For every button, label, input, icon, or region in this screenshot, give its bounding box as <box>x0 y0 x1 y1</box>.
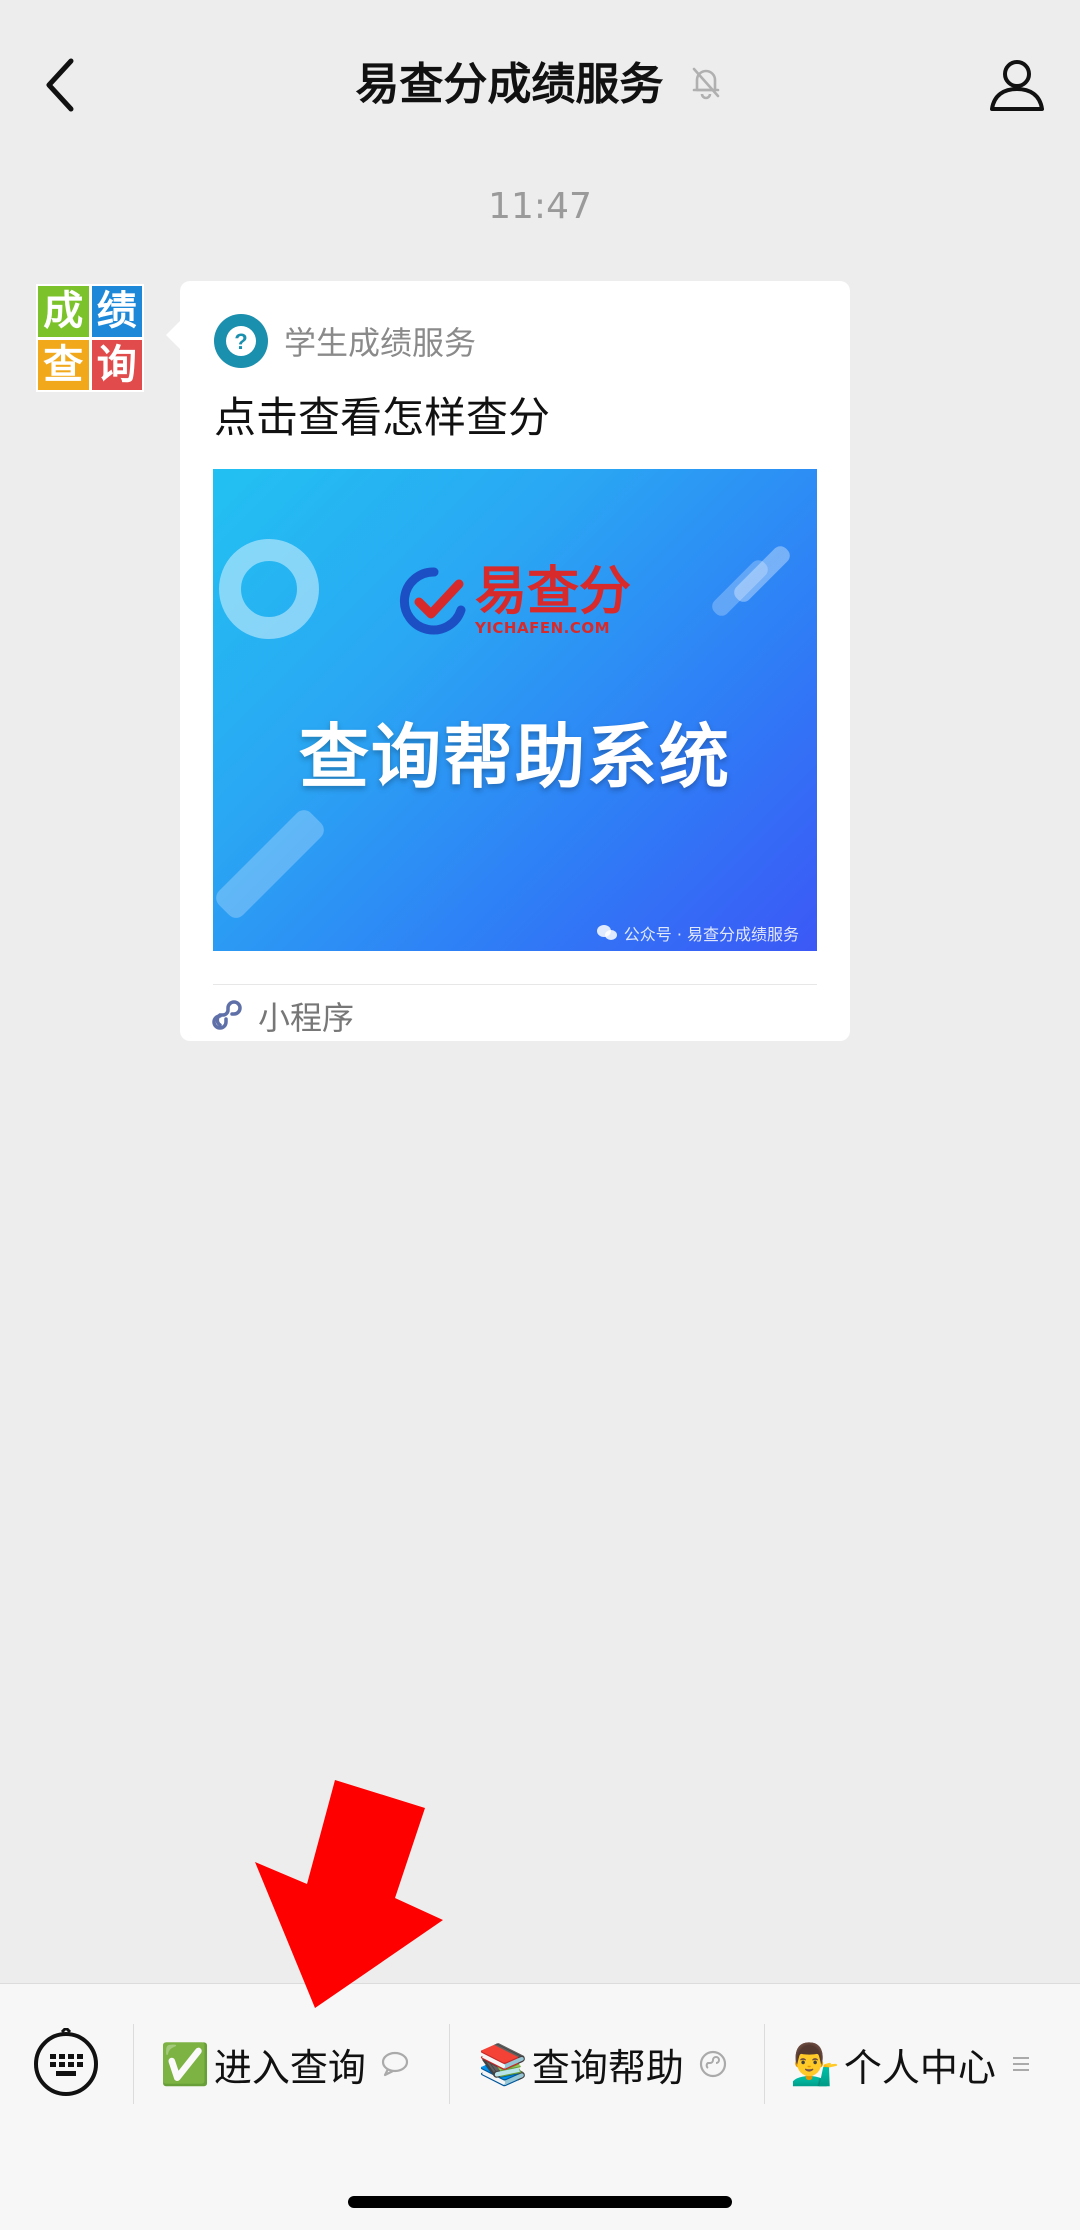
avatar-char-4: 询 <box>91 339 142 390</box>
keyboard-icon <box>34 2028 98 2096</box>
chat-header: 易查分成绩服务 <box>0 0 1080 170</box>
person-tipping-hand-icon: 💁‍♂️ <box>790 2041 840 2088</box>
page-title: 易查分成绩服务 <box>355 59 664 110</box>
menu-item-label: 进入查询 <box>213 2045 366 2090</box>
home-indicator[interactable] <box>348 2196 732 2208</box>
mini-program-card[interactable]: ? 学生成绩服务 点击查看怎样查分 易查分 YICHAFEN.COM 查询帮助系… <box>166 281 850 1041</box>
logo-text-cn: 易查分 <box>474 562 631 622</box>
menu-item-label: 查询帮助 <box>531 2045 684 2090</box>
banner-headline: 查询帮助系统 <box>299 716 731 798</box>
yichafen-logo-icon <box>399 567 466 635</box>
menu-item-personal-center[interactable]: 💁‍♂️ 个人中心 <box>790 2024 1032 2104</box>
message-timestamp: 11:47 <box>488 186 592 227</box>
avatar-char-2: 绩 <box>91 286 142 337</box>
keyboard-toggle-button[interactable] <box>32 2028 100 2096</box>
chat-bubble-icon <box>380 2050 410 2078</box>
red-arrow-annotation-icon <box>255 1780 443 2008</box>
banner-footer-text: 公众号 · 易查分成绩服务 <box>623 925 799 944</box>
books-icon: 📚 <box>478 2041 528 2088</box>
decorative-stripe <box>213 806 328 922</box>
menu-divider <box>449 2024 450 2104</box>
card-type-row: 小程序 <box>212 993 354 1039</box>
wechat-icon <box>596 925 617 940</box>
card-divider <box>213 984 817 985</box>
menu-item-query-help[interactable]: 📚 查询帮助 <box>478 2024 728 2104</box>
avatar-char-1: 成 <box>38 286 89 337</box>
banner-footer: 公众号 · 易查分成绩服务 <box>596 921 799 945</box>
menu-item-enter-query[interactable]: ✅ 进入查询 <box>160 2024 410 2104</box>
logo-text-en: YICHAFEN.COM <box>474 619 611 637</box>
check-mark-icon: ✅ <box>160 2041 210 2088</box>
chat-title-area: 易查分成绩服务 <box>0 52 1080 120</box>
mini-program-icon <box>698 2049 728 2079</box>
card-title: 点击查看怎样查分 <box>214 393 551 442</box>
card-source-name: 学生成绩服务 <box>284 324 477 362</box>
mini-program-icon <box>212 1000 242 1030</box>
sender-avatar[interactable]: 成 绩 查 询 <box>36 284 144 392</box>
svg-text:?: ? <box>234 329 247 354</box>
menu-divider <box>133 2024 134 2104</box>
banner-logo: 易查分 YICHAFEN.COM <box>213 565 817 637</box>
menu-divider <box>764 2024 765 2104</box>
menu-lines-icon <box>1010 2053 1032 2075</box>
person-icon <box>990 60 1044 111</box>
card-source: ? 学生成绩服务 <box>214 313 476 369</box>
profile-button[interactable] <box>982 50 1052 120</box>
bottom-menu-bar: ✅ 进入查询 📚 查询帮助 💁‍♂️ 个人中心 <box>0 1983 1080 2230</box>
bell-off-icon <box>687 54 725 120</box>
avatar-char-3: 查 <box>38 339 89 390</box>
menu-item-label: 个人中心 <box>843 2045 996 2090</box>
question-mark-icon: ? <box>214 314 268 368</box>
card-banner-image: 易查分 YICHAFEN.COM 查询帮助系统 公众号 · 易查分成绩服务 <box>213 469 817 951</box>
card-type-label: 小程序 <box>258 999 355 1037</box>
